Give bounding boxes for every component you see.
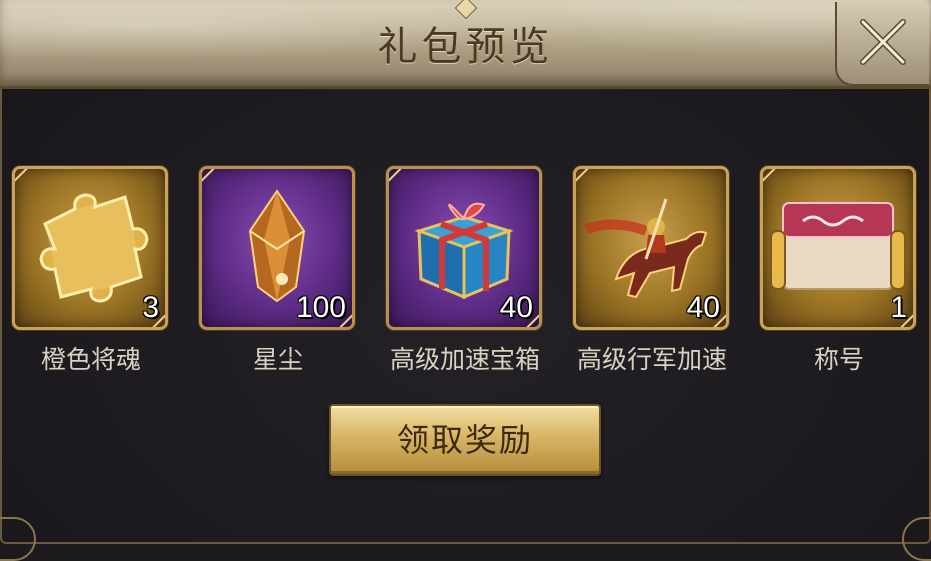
item-name: 橙色将魂 <box>40 345 141 374</box>
item-name: 高级加速宝箱 <box>389 345 540 374</box>
dialog-title: 礼包预览 <box>377 24 554 70</box>
dialog-header: 礼包预览 <box>0 0 931 89</box>
reward-item[interactable]: 40 高级加速宝箱 <box>386 166 544 376</box>
reward-item[interactable]: 40 高级行军加速 <box>573 166 731 376</box>
item-name: 高级行军加速 <box>576 345 727 374</box>
item-frame: 40 <box>573 166 729 330</box>
reward-item-list: 3 橙色将魂 100 星尘 40 高级加速宝箱 40 高级行军加速 1 称号 <box>0 166 931 386</box>
item-frame: 1 <box>760 166 916 330</box>
reward-item[interactable]: 3 橙色将魂 <box>12 166 170 376</box>
item-count: 3 <box>142 291 159 324</box>
item-count: 40 <box>686 291 720 324</box>
corner-ornament-bottom-left <box>0 517 36 561</box>
item-name: 称号 <box>813 345 864 374</box>
item-frame: 3 <box>12 166 168 330</box>
item-name: 星尘 <box>252 345 303 374</box>
item-count: 100 <box>295 291 346 324</box>
reward-item[interactable]: 100 星尘 <box>199 166 357 376</box>
item-count: 1 <box>890 291 907 324</box>
claim-reward-button[interactable]: 领取奖励 <box>329 404 601 476</box>
close-button[interactable] <box>835 2 929 86</box>
item-count: 40 <box>499 291 533 324</box>
corner-ornament-bottom-right <box>902 517 931 561</box>
item-frame: 100 <box>199 166 355 330</box>
reward-item[interactable]: 1 称号 <box>760 166 918 376</box>
item-frame: 40 <box>386 166 542 330</box>
close-icon <box>860 19 906 65</box>
